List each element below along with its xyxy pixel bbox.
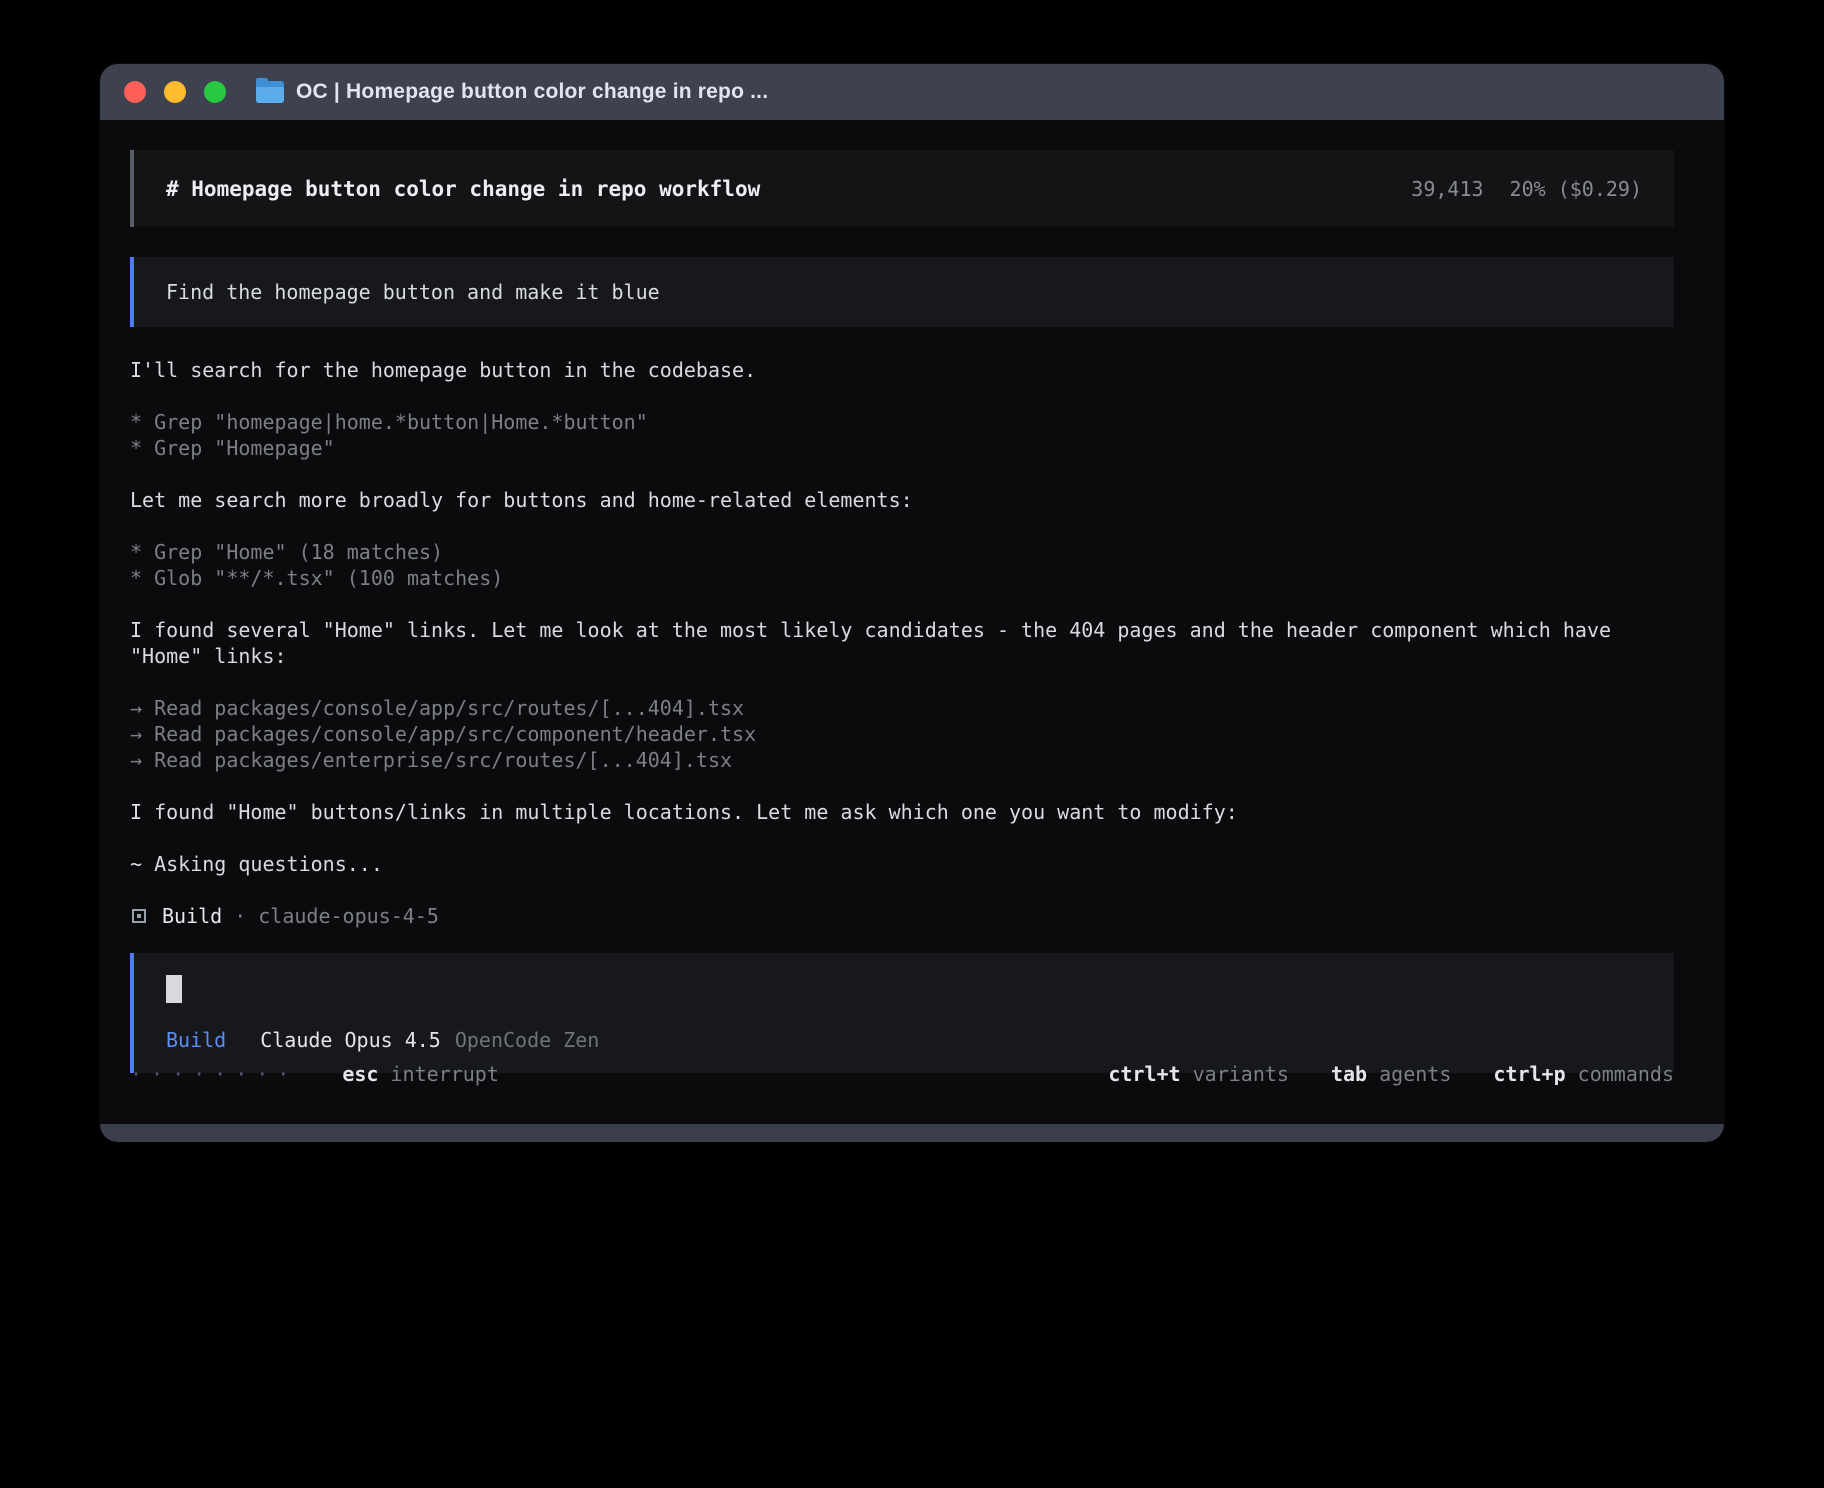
transcript-status-line: ~ Asking questions... [130,851,1674,877]
status-bar: ········ esc interrupt ctrl+t variants ta… [130,1061,1674,1087]
transcript-tool-line: * Glob "**/*.tsx" (100 matches) [130,565,1674,591]
transcript-text-line: I'll search for the homepage button in t… [130,357,1674,383]
window-title-group: OC | Homepage button color change in rep… [256,80,768,104]
statusbar-left: ········ esc interrupt [130,1061,499,1087]
window-title: OC | Homepage button color change in rep… [296,80,768,104]
transcript-tool-line: → Read packages/enterprise/src/routes/[.… [130,747,1674,773]
folder-icon [256,81,284,103]
window-bottom-chrome [100,1124,1724,1142]
provider-name: OpenCode Zen [455,1027,600,1053]
terminal-content: # Homepage button color change in repo w… [100,120,1724,1124]
session-header: # Homepage button color change in repo w… [130,150,1674,227]
text-cursor [166,975,182,1003]
transcript-text-line: I found "Home" buttons/links in multiple… [130,799,1674,825]
separator-dot: · [234,903,246,929]
transcript-tool-line: → Read packages/console/app/src/routes/[… [130,695,1674,721]
transcript-tool-line: * Grep "Home" (18 matches) [130,539,1674,565]
spinner-dots: ········ [130,1061,298,1087]
statusbar-hints: ctrl+t variants tab agents ctrl+p commands [1108,1061,1674,1087]
traffic-lights [124,81,226,103]
user-message-text: Find the homepage button and make it blu… [166,279,660,305]
transcript-tool-line: → Read packages/console/app/src/componen… [130,721,1674,747]
zoom-button[interactable] [204,81,226,103]
agent-mode-label[interactable]: Build [166,1027,226,1053]
hint-variants: ctrl+t variants [1108,1061,1289,1087]
agent-name: Build [162,903,222,929]
agent-build-icon [132,909,146,923]
terminal-window: OC | Homepage button color change in rep… [100,64,1724,1142]
agent-model: claude-opus-4-5 [258,903,439,929]
token-count: 39,413 [1411,176,1483,202]
transcript: I'll search for the homepage button in t… [130,357,1674,929]
model-name: Claude Opus 4.5 [260,1027,441,1053]
hint-commands: ctrl+p commands [1493,1061,1674,1087]
session-meta: 39,413 20% ($0.29) [1411,176,1642,202]
user-message: Find the homepage button and make it blu… [130,257,1674,327]
hint-interrupt: esc interrupt [342,1061,499,1087]
minimize-button[interactable] [164,81,186,103]
window-titlebar: OC | Homepage button color change in rep… [100,64,1724,120]
prompt-input[interactable]: Build Claude Opus 4.5 OpenCode Zen [130,953,1674,1073]
close-button[interactable] [124,81,146,103]
context-usage: 20% ($0.29) [1510,176,1642,202]
model-row: Build Claude Opus 4.5 OpenCode Zen [166,1027,1642,1053]
transcript-agent-line: Build · claude-opus-4-5 [130,903,1674,929]
transcript-text-line: Let me search more broadly for buttons a… [130,487,1674,513]
transcript-tool-line: * Grep "Homepage" [130,435,1674,461]
transcript-text-line: I found several "Home" links. Let me loo… [130,617,1674,669]
session-title: # Homepage button color change in repo w… [166,176,760,202]
transcript-tool-line: * Grep "homepage|home.*button|Home.*butt… [130,409,1674,435]
hint-agents: tab agents [1331,1061,1451,1087]
